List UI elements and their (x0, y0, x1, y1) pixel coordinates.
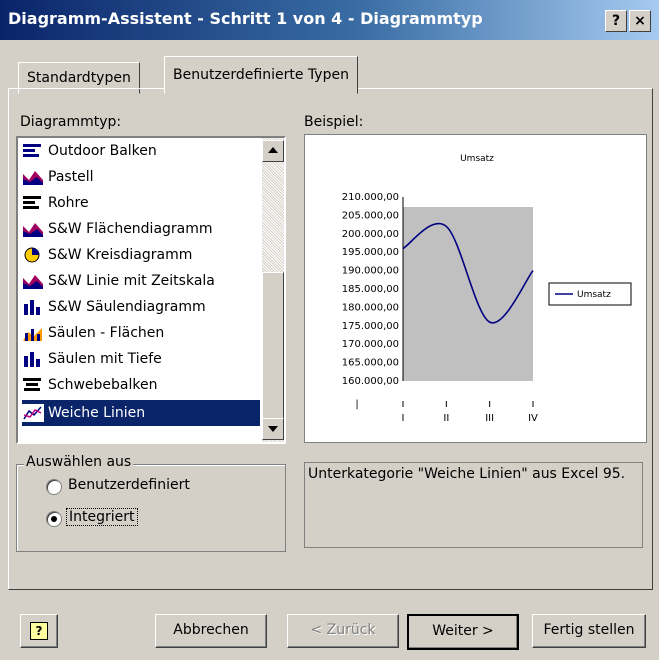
scroll-down-button[interactable] (262, 418, 284, 440)
bar-chart-icon (23, 196, 41, 209)
preview-label: Beispiel: (304, 114, 364, 130)
y-tick-label: 170.000,00 (342, 339, 399, 350)
y-tick-label: 200.000,00 (342, 229, 399, 240)
x-tick-label: I (402, 413, 405, 424)
area-chart-icon (23, 223, 43, 237)
x-tick-label: III (485, 413, 494, 424)
x-tick-label: IV (528, 413, 538, 424)
chevron-down-icon (268, 426, 278, 432)
list-item[interactable]: Säulen mit Tiefe (22, 346, 260, 372)
list-item[interactable]: Säulen - Flächen (22, 320, 260, 346)
pie-chart-icon (24, 247, 40, 263)
list-scrollbar[interactable] (262, 138, 284, 442)
chart-type-label: Diagrammtyp: (20, 114, 122, 130)
radio-benutzerdefiniert[interactable] (46, 479, 62, 495)
chart-type-list[interactable]: Outdoor Balken Pastell Rohre S&W Flächen… (16, 136, 286, 444)
help-title-button[interactable]: ? (605, 10, 627, 32)
x-tick-label: II (443, 413, 449, 424)
chart-svg: Umsatz 210.000,00 205.000,00 200.000,00 195.… (342, 154, 632, 424)
plot-area (403, 207, 533, 381)
bar-chart-icon (23, 144, 41, 157)
list-item-label: Outdoor Balken (48, 143, 157, 159)
radio-integriert[interactable] (46, 511, 62, 527)
y-tick-label: 210.000,00 (342, 192, 399, 203)
list-item[interactable]: S&W Flächendiagramm (22, 216, 260, 242)
cancel-button[interactable]: Abbrechen (155, 614, 267, 648)
list-item-selected[interactable]: Weiche Linien (22, 400, 260, 426)
preview-chart: Umsatz 210.000,00 205.000,00 200.000,00 195.… (304, 134, 647, 443)
help-icon: ? (30, 622, 48, 640)
line-chart-icon (22, 404, 44, 422)
radio-label-integriert[interactable]: Integriert (66, 508, 138, 526)
scroll-thumb[interactable] (262, 272, 284, 420)
close-button[interactable]: × (629, 10, 651, 32)
tab-benutzerdefinierte-typen[interactable]: Benutzerdefinierte Typen (164, 56, 358, 94)
legend-label: Umsatz (577, 290, 611, 300)
list-item[interactable]: Pastell (22, 164, 260, 190)
help-button[interactable]: ? (20, 614, 58, 648)
list-item-label: Schwebebalken (48, 377, 158, 393)
y-tick-label: 175.000,00 (342, 321, 399, 332)
title-bar: Diagramm-Assistent - Schritt 1 von 4 - D… (0, 0, 659, 40)
group-title: Auswählen aus (24, 454, 134, 470)
y-tick-label: 160.000,00 (342, 376, 399, 387)
list-item-label: S&W Säulendiagramm (48, 299, 206, 315)
list-item[interactable]: Schwebebalken (22, 372, 260, 398)
next-button[interactable]: Weiter > (407, 614, 519, 650)
window-title: Diagramm-Assistent - Schritt 1 von 4 - D… (8, 9, 483, 28)
y-tick-label: 205.000,00 (342, 210, 399, 221)
list-item-label: Weiche Linien (48, 405, 146, 421)
list-item-label: Rohre (48, 195, 89, 211)
y-axis-end-mark: | (355, 399, 358, 410)
tab-strip: Standardtypen Benutzerdefinierte Typen (0, 40, 659, 94)
bar-chart-icon (23, 378, 41, 391)
chevron-up-icon (268, 147, 278, 153)
list-item[interactable]: Outdoor Balken (22, 138, 260, 164)
y-tick-label: 190.000,00 (342, 266, 399, 277)
list-item-label: S&W Flächendiagramm (48, 221, 213, 237)
list-item-label: Pastell (48, 169, 94, 185)
radio-label-benutzerdefiniert[interactable]: Benutzerdefiniert (68, 477, 190, 493)
chart-title: Umsatz (460, 154, 494, 164)
list-item[interactable]: S&W Kreisdiagramm (22, 242, 260, 268)
list-item-label: S&W Linie mit Zeitskala (48, 273, 215, 289)
back-button[interactable]: < Zurück (287, 614, 399, 648)
list-item[interactable]: S&W Säulendiagramm (22, 294, 260, 320)
description-box: Unterkategorie "Weiche Linien" aus Excel… (304, 462, 643, 548)
radio-dot-icon (51, 516, 57, 522)
y-tick-label: 185.000,00 (342, 284, 399, 295)
y-tick-label: 195.000,00 (342, 247, 399, 258)
list-item[interactable]: Rohre (22, 190, 260, 216)
column-area-chart-icon (23, 328, 42, 341)
finish-button[interactable]: Fertig stellen (532, 614, 646, 648)
y-tick-label: 165.000,00 (342, 358, 399, 369)
list-item-label: S&W Kreisdiagramm (48, 247, 193, 263)
list-item[interactable]: S&W Linie mit Zeitskala (22, 268, 260, 294)
list-item-label: Säulen mit Tiefe (48, 351, 162, 367)
y-tick-label: 180.000,00 (342, 302, 399, 313)
scroll-up-button[interactable] (262, 140, 284, 162)
area-chart-icon (23, 171, 43, 185)
column-chart-icon (24, 300, 40, 315)
area-chart-icon (23, 275, 43, 289)
column-chart-icon (24, 352, 40, 367)
list-item-label: Säulen - Flächen (48, 325, 165, 341)
